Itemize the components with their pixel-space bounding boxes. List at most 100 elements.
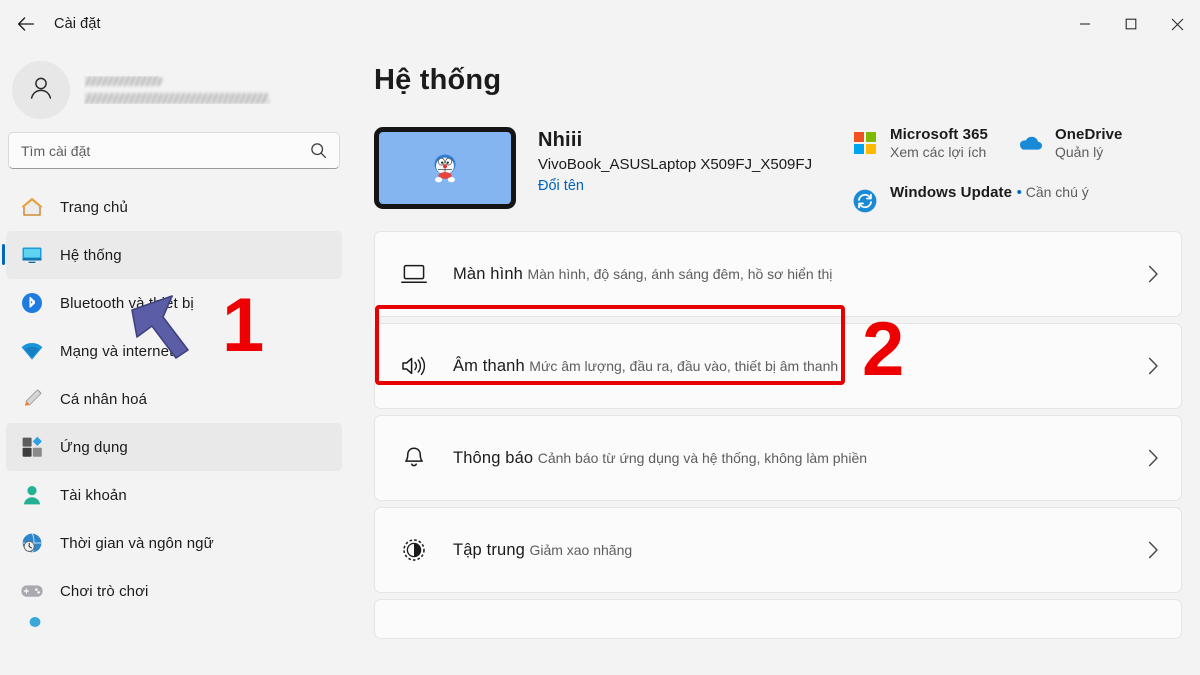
- settings-row-partial-next[interactable]: [374, 599, 1182, 639]
- clock-globe-icon: [18, 529, 46, 557]
- sidebar-item-label: Tài khoản: [60, 487, 127, 504]
- navigation-list: Trang chủ Hệ thống: [0, 183, 348, 637]
- window-controls: [1062, 0, 1200, 48]
- window-body: Trang chủ Hệ thống: [0, 48, 1200, 675]
- sidebar-item-label: Hệ thống: [60, 247, 122, 264]
- chevron-right-icon: [1148, 541, 1163, 559]
- speaker-icon: [397, 349, 431, 383]
- settings-row-text: Màn hình Màn hình, độ sáng, ánh sáng đêm…: [453, 265, 1148, 284]
- rename-link[interactable]: Đổi tên: [538, 178, 584, 194]
- settings-row-title: Âm thanh: [453, 357, 525, 375]
- page-title: Hệ thống: [374, 64, 1182, 97]
- account-header[interactable]: [0, 54, 348, 126]
- settings-row-subtitle: Giảm xao nhãng: [529, 542, 632, 558]
- sidebar-item-label: Cá nhân hoá: [60, 391, 147, 408]
- sidebar-item-label: Thời gian và ngôn ngữ: [60, 535, 214, 552]
- settings-row-title: Thông báo: [453, 449, 533, 467]
- chevron-right-icon: [1148, 265, 1163, 283]
- title-bar: Cài đặt: [0, 0, 1200, 48]
- quick-links-row: Microsoft 365 Xem các lợi ích OneDrive: [850, 126, 1180, 162]
- sidebar-item-label: Mạng và internet: [60, 343, 173, 360]
- sidebar-item-label: Trang chủ: [60, 199, 128, 216]
- sidebar-item-gaming[interactable]: Chơi trò chơi: [6, 567, 342, 615]
- maximize-button[interactable]: [1108, 0, 1154, 48]
- account-text: [84, 76, 336, 104]
- settings-row-title: Tập trung: [453, 541, 525, 559]
- sidebar-item-label: Bluetooth và thiết bị: [60, 295, 194, 312]
- settings-row-text: Tập trung Giảm xao nhãng: [453, 541, 1148, 560]
- window-title: Cài đặt: [54, 16, 101, 32]
- sidebar-item-label: Chơi trò chơi: [60, 583, 149, 600]
- sidebar-item-bluetooth[interactable]: Bluetooth và thiết bị: [6, 279, 342, 327]
- arrow-left-icon: [17, 16, 35, 32]
- home-icon: [18, 193, 46, 221]
- account-icon: [18, 481, 46, 509]
- sidebar-item-time-language[interactable]: Thời gian và ngôn ngữ: [6, 519, 342, 567]
- sidebar-item-accounts[interactable]: Tài khoản: [6, 471, 342, 519]
- settings-row-text: Âm thanh Mức âm lượng, đầu ra, đầu vào, …: [453, 357, 1148, 376]
- sidebar-item-network[interactable]: Mạng và internet: [6, 327, 342, 375]
- search-icon[interactable]: [310, 142, 327, 159]
- sidebar-item-personalization[interactable]: Cá nhân hoá: [6, 375, 342, 423]
- settings-list: Màn hình Màn hình, độ sáng, ánh sáng đêm…: [374, 231, 1182, 639]
- quick-link-windows-update[interactable]: Windows Update • Cần chú ý: [850, 184, 1180, 216]
- settings-row-sound[interactable]: Âm thanh Mức âm lượng, đầu ra, đầu vào, …: [374, 323, 1182, 409]
- bell-icon: [397, 441, 431, 475]
- minimize-button[interactable]: [1062, 0, 1108, 48]
- device-model: VivoBook_ASUSLaptop X509FJ_X509FJ: [538, 156, 812, 173]
- focus-icon: [397, 533, 431, 567]
- settings-row-text: Thông báo Cảnh báo từ ứng dụng và hệ thố…: [453, 449, 1148, 468]
- brush-icon: [18, 385, 46, 413]
- account-email-redacted: [84, 93, 269, 104]
- settings-row-title: Màn hình: [453, 265, 523, 283]
- attention-dot-icon: •: [1017, 184, 1022, 201]
- quick-link-text: Microsoft 365 Xem các lợi ích: [890, 126, 1009, 162]
- onedrive-cloud-icon: [1015, 128, 1045, 158]
- back-button[interactable]: [6, 8, 46, 40]
- settings-row-notifications[interactable]: Thông báo Cảnh báo từ ứng dụng và hệ thố…: [374, 415, 1182, 501]
- sidebar: Trang chủ Hệ thống: [0, 48, 348, 675]
- device-info: Nhiii VivoBook_ASUSLaptop X509FJ_X509FJ …: [538, 127, 812, 195]
- search-input[interactable]: [21, 143, 310, 159]
- windows-update-icon: [850, 186, 880, 216]
- apps-icon: [18, 433, 46, 461]
- microsoft-logo-icon: [850, 128, 880, 158]
- chevron-right-icon: [1148, 357, 1163, 375]
- settings-row-display[interactable]: Màn hình Màn hình, độ sáng, ánh sáng đêm…: [374, 231, 1182, 317]
- sidebar-item-home[interactable]: Trang chủ: [6, 183, 342, 231]
- bluetooth-icon: [18, 289, 46, 317]
- quick-link-title: Microsoft 365: [890, 126, 988, 143]
- quick-link-subtitle: Xem các lợi ích: [890, 144, 986, 160]
- sidebar-item-apps[interactable]: Ứng dụng: [6, 423, 342, 471]
- quick-links: Microsoft 365 Xem các lợi ích OneDrive: [850, 126, 1180, 216]
- person-icon: [26, 73, 56, 108]
- account-name-redacted: [84, 76, 162, 86]
- sidebar-item-partial-next[interactable]: [6, 615, 342, 637]
- close-button[interactable]: [1154, 0, 1200, 48]
- quick-link-onedrive[interactable]: OneDrive Quản lý: [1015, 126, 1180, 162]
- wifi-icon: [18, 337, 46, 365]
- quick-link-text: Windows Update • Cần chú ý: [890, 184, 1089, 202]
- settings-window: Cài đặt: [0, 0, 1200, 675]
- quick-link-subtitle-text: Cần chú ý: [1026, 184, 1089, 200]
- settings-row-subtitle: Màn hình, độ sáng, ánh sáng đêm, hồ sơ h…: [527, 266, 832, 282]
- search-box[interactable]: [8, 132, 340, 169]
- settings-row-focus[interactable]: Tập trung Giảm xao nhãng: [374, 507, 1182, 593]
- display-monitor-icon: [397, 257, 431, 291]
- system-monitor-icon: [18, 241, 46, 269]
- quick-link-subtitle: Quản lý: [1055, 144, 1103, 160]
- quick-link-title: Windows Update: [890, 184, 1012, 201]
- chevron-right-icon: [1148, 449, 1163, 467]
- sidebar-item-system[interactable]: Hệ thống: [6, 231, 342, 279]
- quick-link-text: OneDrive Quản lý: [1055, 126, 1174, 162]
- sidebar-item-label: Ứng dụng: [60, 439, 128, 456]
- avatar: [12, 61, 70, 119]
- quick-link-microsoft-365[interactable]: Microsoft 365 Xem các lợi ích: [850, 126, 1015, 162]
- settings-row-subtitle: Mức âm lượng, đầu ra, đầu vào, thiết bị …: [529, 358, 838, 374]
- quick-link-title: OneDrive: [1055, 126, 1123, 143]
- desktop-wallpaper-thumbnail: [374, 127, 516, 209]
- device-name: Nhiii: [538, 129, 812, 152]
- gamepad-icon: [18, 577, 46, 605]
- quick-link-subtitle: • Cần chú ý: [1017, 184, 1089, 200]
- search-container: [0, 126, 348, 169]
